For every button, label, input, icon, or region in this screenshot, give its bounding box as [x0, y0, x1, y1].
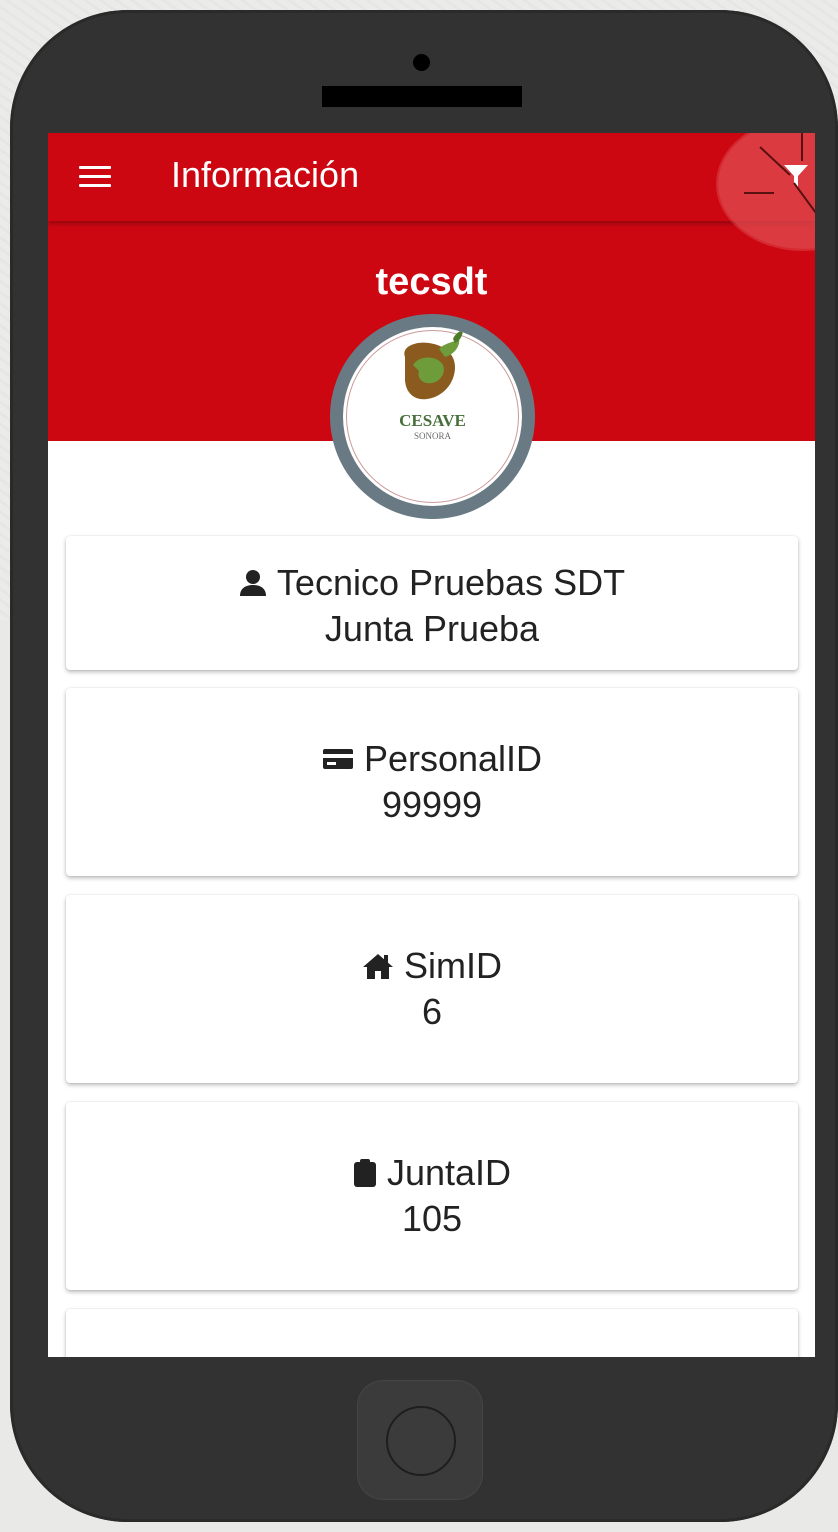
card-value: 99999: [381, 784, 483, 825]
name-label: Tecnico Pruebas SDT: [239, 560, 625, 606]
home-button-ring: [386, 1406, 456, 1476]
junta-id-label: JuntaID: [353, 1150, 511, 1196]
avatar: CESAVE SONORA: [330, 314, 535, 519]
info-card-partial: [66, 1309, 798, 1357]
personal-id-label: PersonalID: [322, 736, 542, 782]
logo-name: CESAVE: [399, 411, 466, 430]
home-button[interactable]: [357, 1380, 483, 1500]
clipboard-icon: [353, 1159, 376, 1187]
front-camera: [413, 54, 430, 71]
junta-id-card: JuntaID 105: [66, 1102, 798, 1290]
sim-id-label: SimID: [362, 943, 502, 989]
card-label: PersonalID: [363, 738, 543, 779]
app-screen: Información tecsdt CESAVE SONORA Tecnico…: [48, 133, 815, 1357]
id-card-icon: [322, 749, 353, 769]
cesave-logo: CESAVE SONORA: [343, 327, 522, 506]
page-title: Información: [171, 154, 360, 195]
home-icon: [363, 954, 393, 979]
sim-id-card: SimID 6: [66, 895, 798, 1083]
card-label: JuntaID: [386, 1152, 512, 1193]
earpiece-speaker: [322, 86, 522, 107]
tap-indicator-icon: [744, 133, 815, 214]
name-card: Tecnico Pruebas SDT Junta Prueba: [66, 536, 798, 670]
card-label: Tecnico Pruebas SDT: [276, 562, 626, 603]
app-bar: Información: [48, 133, 815, 249]
username: tecsdt: [375, 261, 488, 303]
logo-subtitle: SONORA: [413, 431, 451, 441]
card-value: 105: [401, 1198, 463, 1239]
card-label: SimID: [404, 945, 502, 986]
card-value: 6: [421, 991, 443, 1032]
card-value: Junta Prueba: [324, 608, 540, 649]
person-icon: [239, 570, 266, 596]
personal-id-card: PersonalID 99999: [66, 688, 798, 876]
hamburger-menu-icon[interactable]: [79, 166, 111, 188]
